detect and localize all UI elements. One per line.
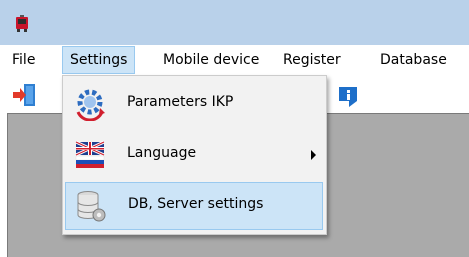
exit-icon[interactable] <box>12 82 38 108</box>
menu-file[interactable]: File <box>12 45 35 75</box>
settings-dropdown-menu: Parameters IKP Language DB, Server setti… <box>62 75 327 235</box>
menu-item-label: DB, Server settings <box>128 196 264 212</box>
menu-settings[interactable]: Settings <box>62 46 136 74</box>
title-bar <box>0 0 469 45</box>
menu-database[interactable]: Database <box>380 45 447 75</box>
app-icon <box>16 15 28 32</box>
gear-refresh-icon <box>76 89 105 121</box>
submenu-arrow-icon <box>311 150 316 160</box>
menu-item-parameters-ikp[interactable]: Parameters IKP <box>65 80 323 128</box>
menu-mobile-device[interactable]: Mobile device <box>163 45 259 75</box>
flags-icon <box>75 140 105 168</box>
database-settings-icon <box>77 191 106 222</box>
menu-item-label: Language <box>127 145 197 161</box>
menu-register[interactable]: Register <box>283 45 341 75</box>
menu-bar: File Settings Mobile device Register Dat… <box>0 45 469 75</box>
menu-item-language[interactable]: Language <box>65 131 323 179</box>
info-icon[interactable] <box>337 83 359 109</box>
menu-item-db-server-settings[interactable]: DB, Server settings <box>65 182 323 230</box>
menu-item-label: Parameters IKP <box>127 94 234 110</box>
